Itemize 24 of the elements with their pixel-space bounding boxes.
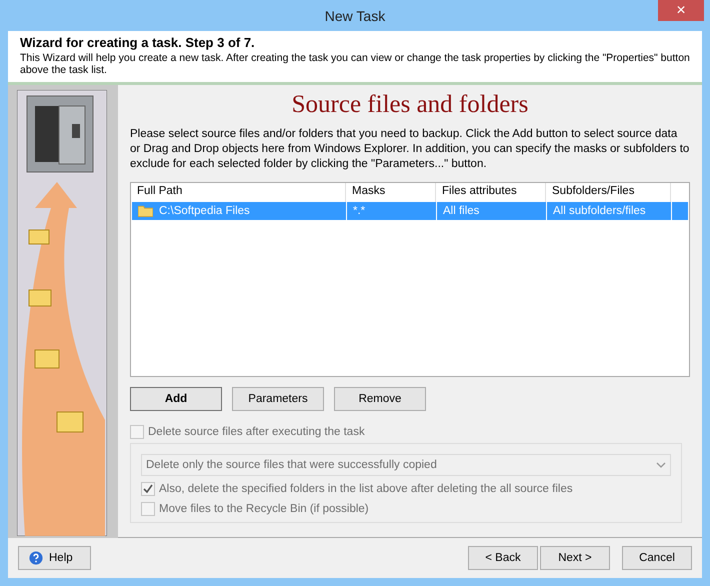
- table-cell: All subfolders/files: [553, 205, 646, 217]
- wizard-step-title: Wizard for creating a task. Step 3 of 7.: [20, 35, 256, 50]
- window-title: New Task: [324, 8, 386, 24]
- table-cell: *.*: [353, 205, 366, 217]
- list-action-button[interactable]: Remove: [334, 387, 426, 411]
- caret-icon: [656, 462, 666, 468]
- source-list[interactable]: Full Path Masks Files attributes Subfolders/Files C:\Softpedia Files *.* All files All subfolders/files: [130, 182, 690, 377]
- close-button[interactable]: ×: [658, 0, 704, 21]
- wizard-description: This Wizard will help you create a new task. After creating the task you can view or change the task properties by clicking the "Properties" button above the task list.: [20, 52, 690, 76]
- next-button[interactable]: Next >: [540, 546, 610, 570]
- page-title: Source files and folders: [290, 91, 530, 119]
- checkbox-label: Also, delete the specified folders in the list above after deleting the all source files: [159, 483, 573, 495]
- help-icon: [29, 551, 43, 565]
- cancel-button[interactable]: Cancel: [622, 546, 692, 570]
- list-action-button[interactable]: Add: [130, 387, 222, 411]
- page-description: Please select source files and/or folders that you need to backup. Click the Add button to select source data or Drag and Drop objects here from Windows Explorer. In addition, you can specify the masks or subfolders to exclude for each selected folder by clicking the "Parameters..." button.: [130, 127, 690, 172]
- list-action-button[interactable]: Parameters: [232, 387, 324, 411]
- folder-icon: [138, 205, 153, 217]
- table-cell: C:\Softpedia Files: [159, 205, 250, 217]
- checkbox-label: Delete source files after executing the task: [148, 426, 365, 438]
- back-button[interactable]: < Back: [468, 546, 538, 570]
- help-button[interactable]: Help: [18, 546, 91, 570]
- checkbox-label: Move files to the Recycle Bin (if possible): [159, 503, 369, 515]
- table-cell: All files: [443, 205, 480, 217]
